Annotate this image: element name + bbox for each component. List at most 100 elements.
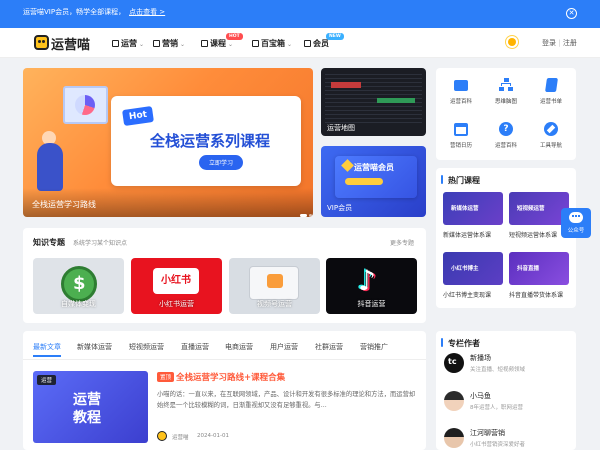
- nav-item-vip[interactable]: 会员: [304, 38, 329, 49]
- author-avatar[interactable]: tc: [444, 353, 464, 373]
- person-illustration: [37, 143, 63, 191]
- course-title: 小红书博主变现课: [443, 292, 492, 299]
- douyin-logo-icon: ♪: [358, 264, 376, 297]
- register-link[interactable]: 注册: [563, 39, 577, 47]
- tab-marketing[interactable]: 营销推广: [360, 342, 388, 352]
- banner-title: 全栈运营系列课程: [150, 132, 271, 150]
- tab-short-video[interactable]: 短视频运营: [129, 342, 164, 352]
- author-bio: 8年运营人，职网运营: [470, 405, 523, 411]
- pie-chart-illustration: [75, 95, 95, 115]
- tool-navigation[interactable]: 工具导航: [529, 122, 573, 149]
- course-card[interactable]: 新媒体运营 新媒体运营体系课: [443, 192, 503, 239]
- sun-icon[interactable]: [508, 38, 516, 46]
- vip-icon: [304, 40, 311, 47]
- author-avatar[interactable]: [444, 428, 464, 448]
- tool-marketing-calendar[interactable]: 营销日历: [439, 122, 483, 149]
- topic-card-xiaohongshu[interactable]: 小红书 小红书运营: [131, 258, 222, 314]
- topic-caption: 自媒体变现: [61, 300, 96, 308]
- banner-caption: 全栈运营学习路线: [32, 200, 96, 209]
- article-thumbnail[interactable]: 运营 运营 教程: [33, 371, 148, 443]
- close-circle-icon[interactable]: ✕: [566, 8, 577, 19]
- bar-chart-icon: [153, 40, 160, 47]
- course-title: 抖音直播带货体系课: [509, 292, 564, 299]
- vip-tile[interactable]: 运营喵会员 VIP会员: [321, 146, 426, 217]
- tab-live[interactable]: 直播运营: [181, 342, 209, 352]
- nav-item-toolbox[interactable]: 百宝箱 ⌄: [252, 38, 292, 49]
- section-marker: [441, 338, 443, 347]
- author-name[interactable]: 运营喵: [172, 433, 189, 441]
- author-avatar[interactable]: [444, 391, 464, 411]
- site-logo[interactable]: 运营喵: [51, 34, 90, 53]
- money-icon: $: [61, 266, 97, 302]
- tools-panel: 运营百科 思维脑图 运营书单 营销日历 ? 运营百科 工具导航: [436, 68, 576, 160]
- banner-cta-button[interactable]: 立即学习: [199, 155, 244, 170]
- author-bio: 小红书营销资深爱好者: [470, 442, 526, 448]
- tool-ops-wiki[interactable]: 运营百科: [439, 78, 483, 105]
- active-tab-indicator: [33, 355, 61, 357]
- author-avatar[interactable]: [157, 431, 167, 441]
- author-name[interactable]: 新播场: [470, 353, 491, 363]
- topic-caption: 视频号运营: [257, 300, 292, 308]
- ops-map-caption: 运营地图: [327, 124, 355, 132]
- author-name[interactable]: 小马鱼: [470, 391, 491, 401]
- wechat-float-button[interactable]: 公众号: [561, 208, 591, 238]
- tool-ops-wiki-2[interactable]: ? 运营百科: [484, 122, 528, 149]
- thumbnail-title: 运营 教程: [73, 392, 101, 426]
- section-marker: [441, 175, 443, 184]
- tab-ecommerce[interactable]: 电商运营: [225, 342, 253, 352]
- ops-map-tile[interactable]: 运营地图: [321, 68, 426, 136]
- wechat-label: 公众号: [567, 228, 585, 234]
- topic-card-monetization[interactable]: $ 自媒体变现: [33, 258, 124, 314]
- new-badge: NEW: [326, 33, 344, 40]
- course-title: 新媒体运营体系课: [443, 232, 492, 239]
- article-section: 最新文章 新媒体运营 短视频运营 直播运营 电商运营 用户运营 社群运营 营销推…: [23, 331, 426, 450]
- authors-title: 专栏作者: [448, 339, 480, 348]
- course-thumbnail: 小红书博主: [443, 252, 503, 285]
- hero-banner[interactable]: Hot 全栈运营系列课程 立即学习 全栈运营学习路线: [23, 68, 313, 217]
- tab-latest[interactable]: 最新文章: [33, 342, 61, 352]
- nav-item-operations[interactable]: 运营 ⌄: [112, 38, 144, 49]
- course-card[interactable]: 抖音直播 抖音直播带货体系课: [509, 252, 569, 299]
- course-title: 短视频运营体系课: [509, 232, 558, 239]
- folder-icon: [454, 78, 468, 92]
- knowledge-title: 知识专题: [33, 238, 65, 247]
- course-card[interactable]: 短视频运营 短视频运营体系课: [509, 192, 569, 239]
- topic-card-channels[interactable]: 视频号运营: [229, 258, 320, 314]
- tab-community[interactable]: 社群运营: [315, 342, 343, 352]
- vip-caption: VIP会员: [327, 204, 353, 212]
- hot-badge: HOT: [226, 33, 243, 40]
- cat-logo-icon[interactable]: [34, 35, 49, 50]
- promo-link[interactable]: 点击查看 >: [129, 8, 165, 16]
- course-thumbnail: 新媒体运营: [443, 192, 503, 225]
- author-bio: 关注直播、短视频领域: [470, 367, 526, 373]
- channels-icon: [267, 274, 283, 288]
- article-title[interactable]: 全栈运营学习路线+课程合集: [176, 371, 285, 383]
- login-link[interactable]: 登录: [542, 39, 556, 47]
- pinned-tag: 置顶: [157, 372, 175, 382]
- course-card[interactable]: 小红书博主 小红书博主变现课: [443, 252, 503, 299]
- nav-item-marketing[interactable]: 营销 ⌄: [153, 38, 185, 49]
- mindmap-icon: [499, 78, 513, 92]
- knowledge-section: 知识专题 系统学习某个知识点 更多专题 $ 自媒体变现 小红书 小红书运营 视频…: [23, 228, 426, 323]
- wechat-icon: [569, 212, 583, 223]
- course-thumbnail: 抖音直播: [509, 252, 569, 285]
- article-date: 2024-01-01: [197, 433, 229, 439]
- tool-mindmap[interactable]: 思维脑图: [484, 78, 528, 105]
- graduation-cap-icon: [201, 40, 208, 47]
- more-topics-link[interactable]: 更多专题: [390, 238, 414, 247]
- tool-booklist[interactable]: 运营书单: [529, 78, 573, 105]
- site-header: 运营喵 运营 ⌄ 营销 ⌄ 课程 ⌄ HOT 百宝箱 ⌄ 会员 NEW 登录 | 注册: [0, 28, 600, 58]
- tab-user-ops[interactable]: 用户运营: [270, 342, 298, 352]
- topic-caption: 小红书运营: [159, 300, 194, 308]
- vip-card-pill: [345, 178, 383, 185]
- compass-icon: [544, 122, 558, 136]
- toolbox-icon: [252, 40, 259, 47]
- chevron-down-icon: ⌄: [228, 41, 234, 48]
- auth-links: 登录 | 注册: [542, 38, 577, 48]
- topic-card-douyin[interactable]: ♪ 抖音运营: [326, 258, 417, 314]
- carousel-dots[interactable]: [298, 202, 313, 217]
- tab-new-media[interactable]: 新媒体运营: [77, 342, 112, 352]
- knowledge-subtitle: 系统学习某个知识点: [73, 240, 128, 247]
- course-thumbnail: 短视频运营: [509, 192, 569, 225]
- author-name[interactable]: 江河聊营销: [470, 428, 505, 438]
